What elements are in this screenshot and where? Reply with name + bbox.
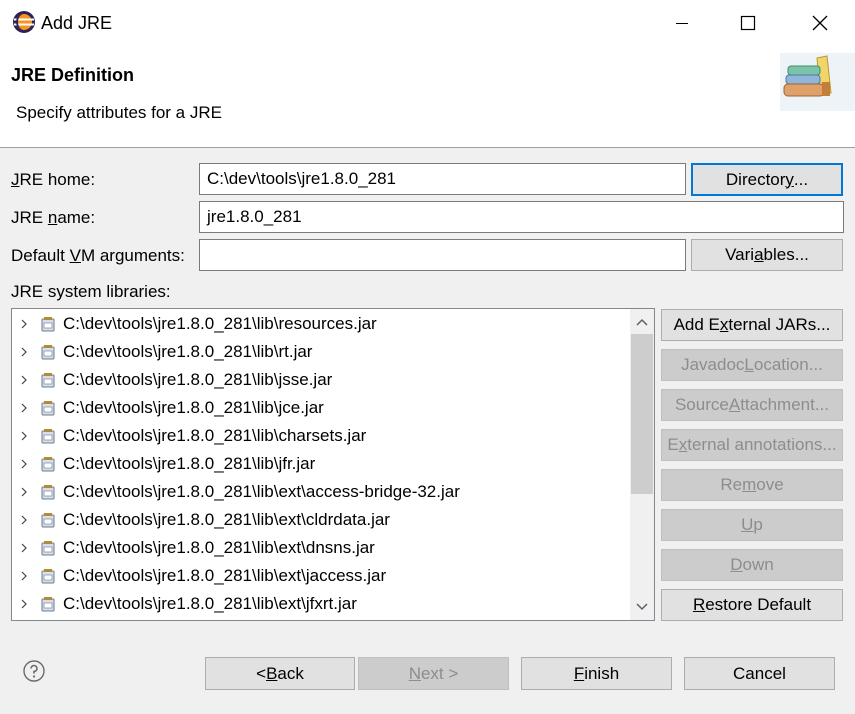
- chevron-right-icon[interactable]: [13, 310, 35, 338]
- library-item[interactable]: C:\dev\tools\jre1.8.0_281\lib\ext\access…: [12, 478, 632, 506]
- javadoc-location-button[interactable]: Javadoc Location...: [661, 349, 843, 381]
- jar-icon: [41, 373, 55, 388]
- directory-button[interactable]: Director y...: [691, 163, 843, 196]
- library-item[interactable]: C:\dev\tools\jre1.8.0_281\lib\charsets.j…: [12, 422, 632, 450]
- jar-icon: [41, 429, 55, 444]
- chevron-right-icon[interactable]: [13, 366, 35, 394]
- jre-home-label: JRE home:: [11, 170, 96, 189]
- library-item[interactable]: C:\dev\tools\jre1.8.0_281\lib\resources.…: [12, 310, 632, 338]
- variables-button[interactable]: Vari a bles...: [691, 239, 843, 271]
- remove-button[interactable]: Re m ove: [661, 469, 843, 501]
- back-button[interactable]: < Back: [205, 657, 355, 690]
- library-item[interactable]: C:\dev\tools\jre1.8.0_281\lib\ext\jfxrt.…: [12, 590, 632, 618]
- maximize-icon: [740, 15, 756, 31]
- jar-icon: [41, 457, 55, 472]
- chevron-right-icon[interactable]: [13, 394, 35, 422]
- jre-home-input[interactable]: C:\dev\tools\jre1.8.0_281: [199, 163, 686, 195]
- chevron-right-icon[interactable]: [13, 506, 35, 534]
- maximize-button[interactable]: [725, 0, 771, 46]
- library-item[interactable]: C:\dev\tools\jre1.8.0_281\lib\ext\cldrda…: [12, 506, 632, 534]
- source-attachment-button[interactable]: Source Attachment...: [661, 389, 843, 421]
- jar-icon: [41, 569, 55, 584]
- help-icon[interactable]: [23, 660, 45, 682]
- restore-default-button[interactable]: Restore Default: [661, 589, 843, 621]
- chevron-right-icon[interactable]: [13, 562, 35, 590]
- chevron-right-icon[interactable]: [13, 422, 35, 450]
- jar-icon: [41, 401, 55, 416]
- footer-separator: [0, 630, 855, 631]
- library-item[interactable]: C:\dev\tools\jre1.8.0_281\lib\ext\jacces…: [12, 562, 632, 590]
- minimize-icon: [676, 23, 688, 24]
- jar-icon: [41, 541, 55, 556]
- chevron-right-icon[interactable]: [13, 534, 35, 562]
- scrollbar-thumb[interactable]: [631, 334, 653, 494]
- chevron-right-icon[interactable]: [13, 450, 35, 478]
- add-external-jars-button[interactable]: Add Ex ternal JARs...: [661, 309, 843, 341]
- jre-name-input[interactable]: jre1.8.0_281: [199, 201, 844, 233]
- external-annotations-button[interactable]: Ex ternal annotations...: [661, 429, 843, 461]
- down-button[interactable]: Down: [661, 549, 843, 581]
- jar-icon: [41, 513, 55, 528]
- next-button[interactable]: Next >: [358, 657, 509, 690]
- jar-icon: [41, 345, 55, 360]
- chevron-right-icon[interactable]: [13, 590, 35, 618]
- jre-libraries-label: JRE system libraries:: [11, 282, 171, 301]
- header-subtitle: Specify attributes for a JRE: [16, 103, 222, 122]
- jre-name-label: JRE name:: [11, 208, 96, 227]
- library-item[interactable]: C:\dev\tools\jre1.8.0_281\lib\ext\dnsns.…: [12, 534, 632, 562]
- window-title: Add JRE: [41, 13, 113, 33]
- cancel-button[interactable]: Cancel: [684, 657, 835, 690]
- chevron-right-icon[interactable]: [13, 478, 35, 506]
- finish-button[interactable]: Finish: [521, 657, 672, 690]
- minimize-button[interactable]: [659, 0, 705, 46]
- eclipse-app-icon: [12, 10, 36, 34]
- library-item[interactable]: C:\dev\tools\jre1.8.0_281\lib\jfr.jar: [12, 450, 632, 478]
- vm-arguments-input[interactable]: [199, 239, 686, 271]
- dialog-header: [0, 46, 855, 148]
- library-item[interactable]: C:\dev\tools\jre1.8.0_281\lib\jce.jar: [12, 394, 632, 422]
- library-item[interactable]: C:\dev\tools\jre1.8.0_281\lib\jsse.jar: [12, 366, 632, 394]
- jre-libraries-tree[interactable]: C:\dev\tools\jre1.8.0_281\lib\resources.…: [11, 308, 655, 621]
- jar-icon: [41, 485, 55, 500]
- scroll-up-arrow-icon[interactable]: [631, 311, 653, 333]
- books-icon: [780, 53, 855, 111]
- header-title: JRE Definition: [11, 65, 135, 85]
- close-button[interactable]: [797, 0, 843, 46]
- jar-icon: [41, 597, 55, 612]
- up-button[interactable]: Up: [661, 509, 843, 541]
- library-item[interactable]: C:\dev\tools\jre1.8.0_281\lib\rt.jar: [12, 338, 632, 366]
- jar-icon: [41, 317, 55, 332]
- close-icon: [812, 15, 828, 31]
- scroll-down-arrow-icon[interactable]: [631, 596, 653, 618]
- vm-arguments-label: Default VM arguments:: [11, 246, 185, 265]
- chevron-right-icon[interactable]: [13, 338, 35, 366]
